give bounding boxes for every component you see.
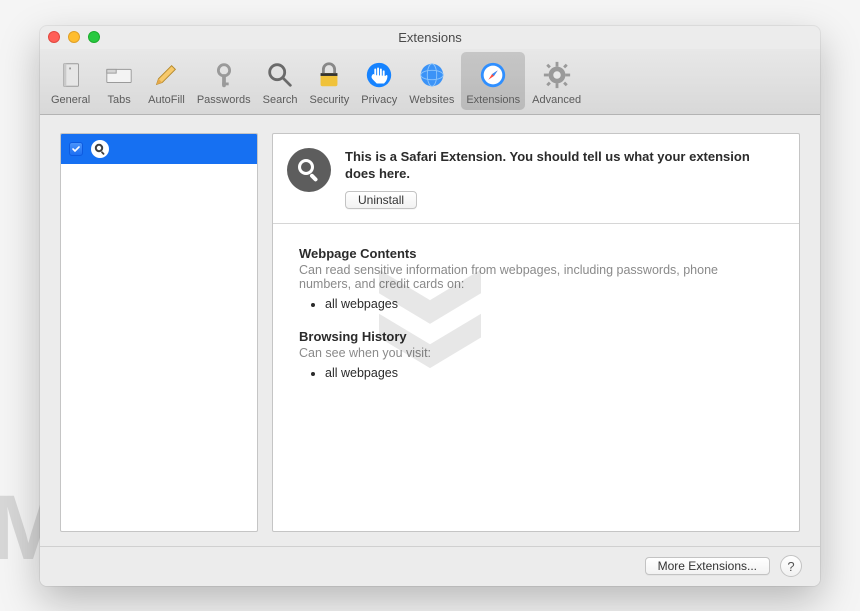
toolbar-label: Security bbox=[309, 94, 349, 106]
general-icon bbox=[55, 59, 87, 91]
detail-body: Webpage Contents Can read sensitive info… bbox=[273, 224, 799, 420]
content-area: This is a Safari Extension. You should t… bbox=[40, 115, 820, 546]
webpage-contents-title: Webpage Contents bbox=[299, 246, 773, 261]
toolbar-label: Extensions bbox=[466, 94, 520, 106]
toolbar-privacy[interactable]: Privacy bbox=[356, 52, 402, 110]
gear-icon bbox=[541, 59, 573, 91]
toolbar-label: Advanced bbox=[532, 94, 581, 106]
toolbar-label: Passwords bbox=[197, 94, 251, 106]
key-icon bbox=[208, 59, 240, 91]
toolbar-security[interactable]: Security bbox=[304, 52, 354, 110]
detail-header: This is a Safari Extension. You should t… bbox=[273, 134, 799, 224]
uninstall-button[interactable]: Uninstall bbox=[345, 191, 417, 209]
toolbar-passwords[interactable]: Passwords bbox=[192, 52, 256, 110]
toolbar-general[interactable]: General bbox=[46, 52, 95, 110]
extension-list-item[interactable] bbox=[61, 134, 257, 164]
lock-icon bbox=[313, 59, 345, 91]
window-title: Extensions bbox=[40, 30, 820, 45]
toolbar-label: Privacy bbox=[361, 94, 397, 106]
toolbar-label: AutoFill bbox=[148, 94, 185, 106]
toolbar-label: Websites bbox=[409, 94, 454, 106]
toolbar-autofill[interactable]: AutoFill bbox=[143, 52, 190, 110]
browsing-history-bullet: all webpages bbox=[325, 366, 773, 380]
webpage-contents-bullet: all webpages bbox=[325, 297, 773, 311]
extension-enabled-checkbox[interactable] bbox=[69, 142, 83, 156]
browsing-history-desc: Can see when you visit: bbox=[299, 346, 773, 360]
search-icon bbox=[264, 59, 296, 91]
pencil-icon bbox=[150, 59, 182, 91]
browsing-history-title: Browsing History bbox=[299, 329, 773, 344]
toolbar-advanced[interactable]: Advanced bbox=[527, 52, 586, 110]
toolbar-websites[interactable]: Websites bbox=[404, 52, 459, 110]
preferences-toolbar: General Tabs AutoFill Passwords Search S… bbox=[40, 49, 820, 115]
globe-icon bbox=[416, 59, 448, 91]
extensions-sidebar bbox=[60, 133, 258, 532]
extension-detail-pane: This is a Safari Extension. You should t… bbox=[272, 133, 800, 532]
toolbar-label: General bbox=[51, 94, 90, 106]
more-extensions-button[interactable]: More Extensions... bbox=[645, 557, 770, 575]
magnifier-icon bbox=[287, 148, 331, 192]
titlebar: Extensions bbox=[40, 26, 820, 49]
toolbar-search[interactable]: Search bbox=[258, 52, 303, 110]
magnifier-icon bbox=[91, 140, 109, 158]
help-button[interactable]: ? bbox=[780, 555, 802, 577]
window-footer: More Extensions... ? bbox=[40, 546, 820, 586]
toolbar-extensions[interactable]: Extensions bbox=[461, 52, 525, 110]
toolbar-tabs[interactable]: Tabs bbox=[97, 52, 141, 110]
compass-icon bbox=[477, 59, 509, 91]
hand-icon bbox=[363, 59, 395, 91]
tabs-icon bbox=[103, 59, 135, 91]
extension-description: This is a Safari Extension. You should t… bbox=[345, 148, 783, 183]
toolbar-label: Tabs bbox=[108, 94, 131, 106]
toolbar-label: Search bbox=[263, 94, 298, 106]
webpage-contents-desc: Can read sensitive information from webp… bbox=[299, 263, 773, 291]
preferences-window: Extensions General Tabs AutoFill Passwor… bbox=[40, 26, 820, 586]
